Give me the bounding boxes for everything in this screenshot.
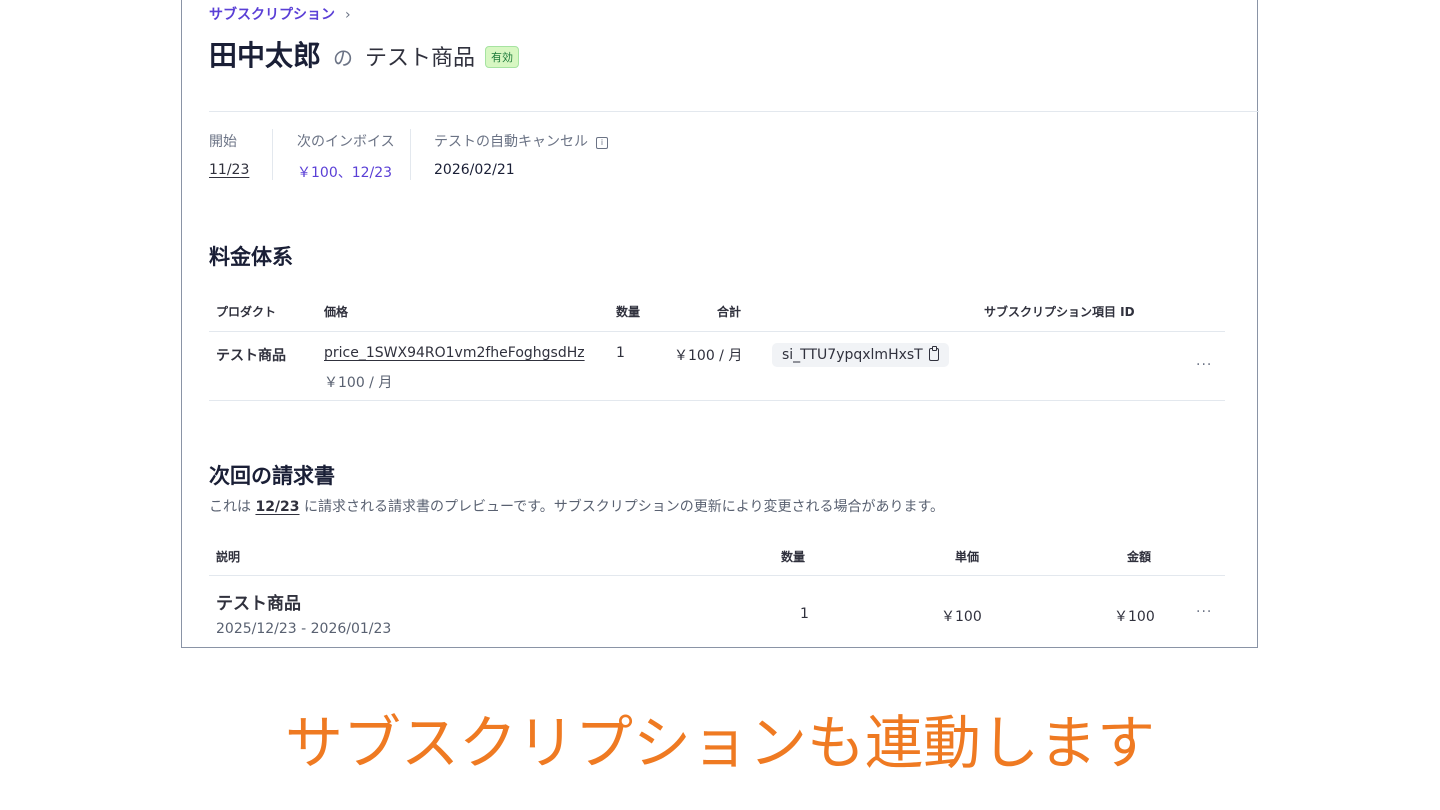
invoice-date-link[interactable]: 12/23 [255,499,299,515]
item-id-value: si_TTU7ypqxlmHxsT [782,347,923,363]
meta-next-invoice: 次のインボイス ￥100、12/23 [297,131,395,182]
subscription-detail-panel: サブスクリプション › 田中太郎 の テスト商品 有効 開始 11/23 次のイン… [181,0,1259,648]
pricing-row-total: ￥100 / 月 [674,348,743,364]
upcoming-invoice-description: これは 12/23 に請求される請求書のプレビューです。サブスクリプションの更新… [209,496,944,516]
invoice-line-description: テスト商品 [216,594,301,614]
breadcrumb-subscriptions-link[interactable]: サブスクリプション [209,7,335,23]
page-title: 田中太郎 の テスト商品 有効 [209,34,520,74]
test-cancel-date: 2026/02/21 [434,162,515,178]
item-id-pill: si_TTU7ypqxlmHxsT [772,343,949,367]
invoice-line-unit-price: ￥100 [941,609,982,625]
breadcrumb: サブスクリプション › [209,4,351,24]
more-actions-button[interactable]: ··· [1196,357,1212,373]
column-header-price: 価格 [324,305,349,319]
column-header-amount: 金額 [1127,550,1152,564]
column-header-item-id: サブスクリプション項目 ID [984,305,1135,319]
next-invoice-label: 次のインボイス [297,134,395,150]
description-prefix: これは [209,499,256,515]
invoice-line-amount: ￥100 [1114,609,1155,625]
start-date-link[interactable]: 11/23 [209,162,249,178]
meta-start: 開始 11/23 [209,131,249,178]
status-badge: 有効 [485,46,520,68]
pricing-row-product[interactable]: テスト商品 [216,345,286,365]
clipboard-copy-icon[interactable] [928,346,939,361]
column-header-unit-price: 単価 [955,550,980,564]
divider [209,400,1225,401]
divider [209,111,1259,112]
price-amount: ￥100 / 月 [324,375,393,391]
description-suffix: に請求される請求書のプレビューです。サブスクリプションの更新により変更される場合… [299,499,945,515]
title-connector: の [333,46,354,70]
column-header-total: 合計 [717,305,742,319]
divider [209,331,1225,332]
meta-test-cancel: テストの自動キャンセル i 2026/02/21 [434,131,608,178]
upcoming-invoice-title: 次回の請求書 [209,464,335,488]
price-id-link[interactable]: price_1SWX94RO1vm2fheFoghgsdHz [324,345,585,361]
divider [209,575,1225,576]
divider [272,129,273,180]
invoice-line-quantity: 1 [800,606,809,622]
pricing-row-quantity: 1 [616,345,625,361]
more-actions-button[interactable]: ··· [1196,604,1212,620]
column-header-description: 説明 [216,550,241,564]
column-header-product: プロダクト [216,305,277,319]
invoice-line-period: 2025/12/23 - 2026/01/23 [216,621,392,637]
info-icon[interactable]: i [596,137,608,149]
next-invoice-link[interactable]: ￥100、12/23 [297,165,392,181]
chevron-right-icon: › [345,7,351,23]
customer-name[interactable]: 田中太郎 [209,34,321,74]
column-header-quantity: 数量 [616,305,641,319]
test-cancel-label: テストの自動キャンセル [434,134,588,150]
divider [410,129,411,180]
column-header-quantity: 数量 [781,550,806,564]
pricing-section-title: 料金体系 [209,245,293,269]
slide-caption: サブスクリプションも連動します [284,709,1155,777]
start-label: 開始 [209,134,237,150]
title-product-name: テスト商品 [365,46,476,71]
